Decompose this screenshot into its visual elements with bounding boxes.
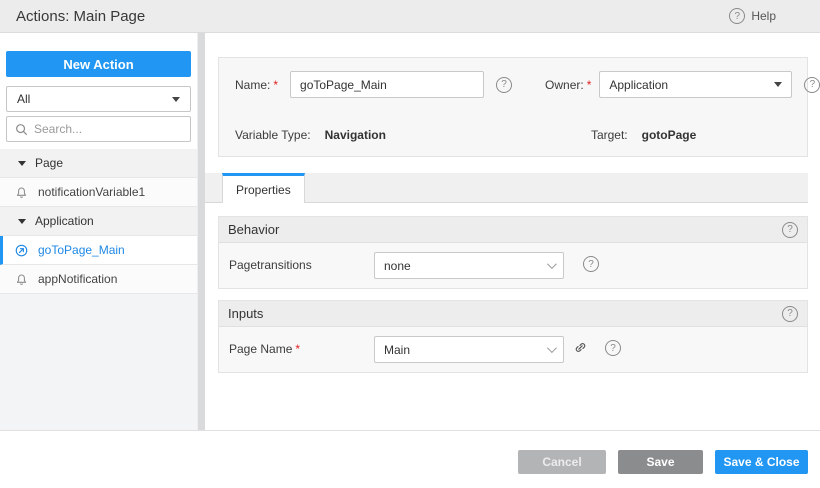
notification-icon (14, 272, 29, 287)
name-field[interactable] (290, 71, 485, 98)
search-icon (16, 123, 28, 135)
action-tree: Page notificationVariable1 Application g… (0, 149, 197, 294)
help-label: Help (751, 9, 776, 23)
main-content: Name: * ? Owner: * Application ? Variabl… (205, 33, 820, 430)
tree-group-page[interactable]: Page (0, 149, 197, 178)
page-name-help-icon[interactable]: ? (605, 340, 621, 356)
bind-variable-button[interactable] (571, 338, 589, 356)
filter-select[interactable]: All (6, 86, 191, 112)
chevron-down-icon (546, 343, 557, 354)
owner-select[interactable]: Application (599, 71, 793, 98)
behavior-section: Behavior ? Pagetransitions none ? (218, 216, 808, 289)
behavior-section-header: Behavior ? (219, 217, 807, 243)
filter-select-value: All (17, 92, 31, 106)
tree-item-label: notificationVariable1 (38, 185, 146, 199)
tree-item-label: appNotification (38, 272, 118, 286)
owner-help-icon[interactable]: ? (804, 76, 820, 93)
pagetransitions-select[interactable]: none (374, 252, 564, 279)
tab-properties-label: Properties (236, 182, 291, 197)
required-marker: * (273, 77, 279, 92)
behavior-section-title: Behavior (228, 222, 280, 237)
tree-item-notificationvariable1[interactable]: notificationVariable1 (0, 178, 197, 207)
chevron-down-icon (546, 259, 557, 270)
help-button[interactable]: ? Help (729, 8, 776, 24)
save-and-close-button[interactable]: Save & Close (715, 450, 808, 474)
variable-type-label: Variable Type: (235, 128, 311, 142)
tab-properties[interactable]: Properties (222, 173, 305, 203)
link-icon (575, 342, 585, 352)
inputs-help-icon[interactable]: ? (782, 305, 798, 322)
behavior-help-icon[interactable]: ? (782, 221, 798, 238)
tab-strip: Properties (205, 173, 808, 203)
sidebar: New Action All Page notificationVariable… (0, 33, 197, 430)
dropdown-arrow-icon (172, 96, 180, 102)
goto-page-icon (14, 243, 29, 258)
page-name-select[interactable]: Main (374, 336, 564, 363)
save-button[interactable]: Save (618, 450, 703, 474)
sidebar-filler (0, 294, 197, 430)
new-action-button[interactable]: New Action (6, 51, 191, 77)
owner-label: Owner: (545, 77, 584, 92)
collapse-arrow-icon (18, 160, 26, 166)
name-label: Name: (235, 77, 271, 92)
tree-group-label: Application (35, 214, 94, 228)
collapse-arrow-icon (18, 218, 26, 224)
required-marker: * (586, 77, 592, 92)
tree-group-label: Page (35, 156, 64, 170)
required-marker: * (295, 342, 301, 356)
inputs-section-title: Inputs (228, 306, 264, 321)
action-summary-panel: Name: * ? Owner: * Application ? Variabl… (218, 57, 820, 157)
name-help-icon[interactable]: ? (496, 76, 513, 93)
inputs-section: Inputs ? Page Name * Main ? (218, 300, 808, 373)
target-label: Target: (590, 128, 628, 142)
target-value: gotoPage (641, 128, 697, 142)
help-icon: ? (729, 8, 746, 24)
owner-select-value: Application (609, 77, 669, 92)
variable-type-value: Navigation (324, 128, 386, 142)
tree-item-gotopage-main[interactable]: goToPage_Main (0, 236, 197, 265)
inputs-section-header: Inputs ? (219, 301, 807, 327)
page-name-select-value: Main (384, 342, 411, 357)
pagetransitions-select-value: none (384, 258, 411, 273)
tree-group-application[interactable]: Application (0, 207, 197, 236)
sidebar-scrollbar[interactable] (197, 33, 205, 430)
page-title: Actions: Main Page (16, 7, 146, 25)
header: Actions: Main Page ? Help (0, 0, 820, 33)
cancel-button[interactable]: Cancel (518, 450, 606, 474)
pagetransitions-label: Pagetransitions (229, 258, 312, 272)
pagetransitions-help-icon[interactable]: ? (583, 256, 599, 272)
tree-item-label: goToPage_Main (38, 243, 125, 257)
footer-divider (0, 430, 820, 431)
tree-item-appnotification[interactable]: appNotification (0, 265, 197, 294)
search-box[interactable] (6, 116, 191, 142)
dropdown-arrow-icon (774, 82, 783, 87)
page-name-label: Page Name * (229, 342, 301, 356)
search-input[interactable] (34, 122, 182, 136)
notification-icon (14, 185, 29, 200)
